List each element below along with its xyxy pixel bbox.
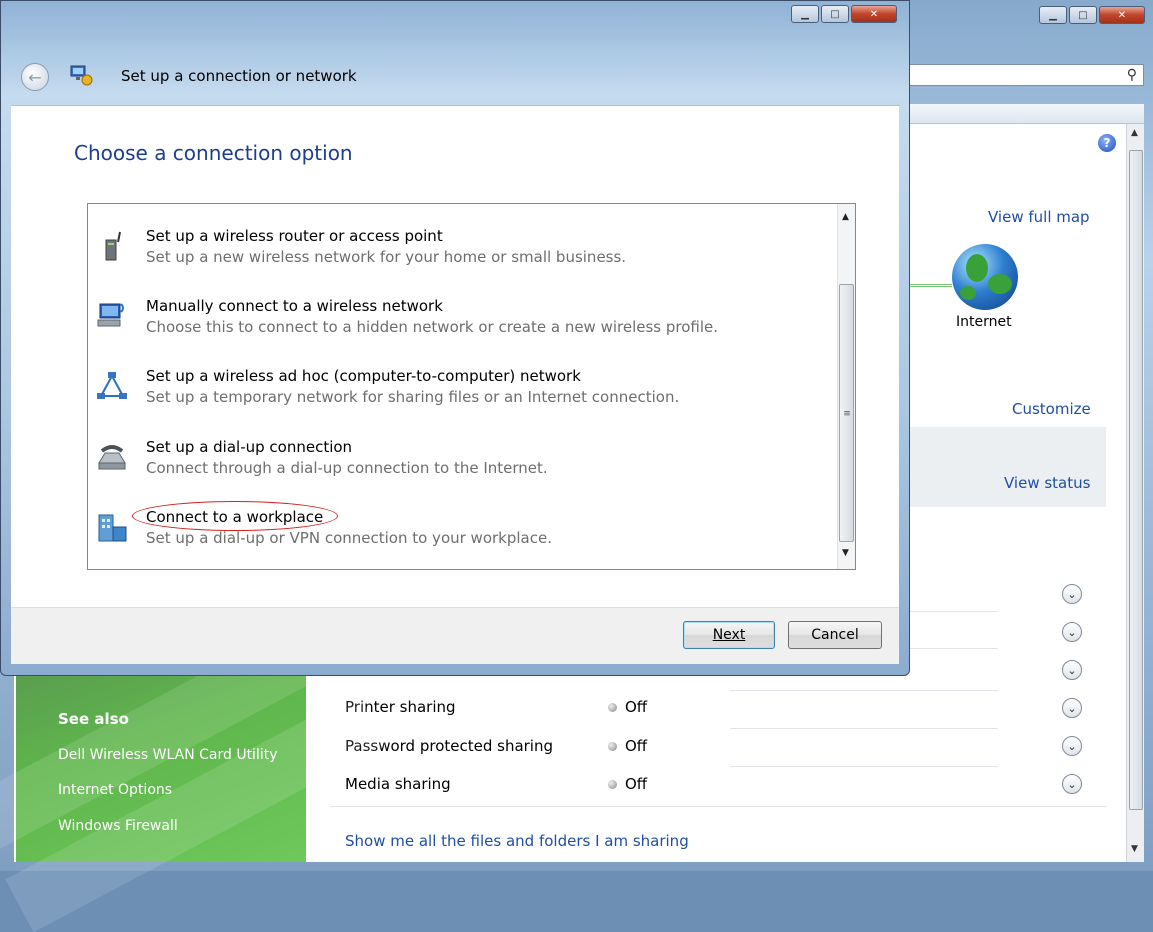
media-sharing-status: Off	[608, 775, 647, 793]
scroll-thumb[interactable]	[1129, 150, 1143, 810]
network-connection-line	[908, 284, 952, 287]
scroll-grip-icon: ≡	[843, 409, 851, 419]
cancel-button[interactable]: Cancel	[788, 621, 882, 649]
status-value: Off	[625, 737, 648, 755]
status-dot-icon	[608, 703, 617, 712]
see-also-panel: See also Dell Wireless WLAN Card Utility…	[0, 611, 387, 932]
close-button[interactable]: ✕	[851, 5, 897, 23]
close-button[interactable]: ✕	[1099, 6, 1145, 24]
page-heading: Choose a connection option	[74, 141, 353, 165]
dialog-window-controls: ▁ □ ✕	[791, 5, 897, 23]
option-description: Set up a temporary network for sharing f…	[146, 388, 680, 406]
scroll-down-arrow[interactable]: ▼	[842, 548, 849, 558]
expand-chevron-icon[interactable]: ⌄	[1062, 584, 1082, 604]
option-dialup[interactable]: Set up a dial-up connection Connect thro…	[88, 435, 828, 495]
status-dot-icon	[608, 742, 617, 751]
adhoc-network-icon	[97, 372, 127, 399]
expand-chevron-icon[interactable]: ⌄	[1062, 660, 1082, 680]
dialog-title: Set up a connection or network	[121, 67, 357, 85]
connection-options-list[interactable]: Set up a wireless router or access point…	[87, 203, 856, 570]
row-divider	[730, 728, 998, 729]
search-input[interactable]: ⚲	[906, 64, 1144, 86]
option-description: Choose this to connect to a hidden netwo…	[146, 318, 719, 336]
internet-globe-icon[interactable]	[952, 244, 1018, 310]
help-icon[interactable]: ?	[1098, 134, 1116, 152]
option-description: Connect through a dial-up connection to …	[146, 459, 548, 477]
expand-chevron-icon[interactable]: ⌄	[1062, 736, 1082, 756]
list-scrollbar[interactable]: ▲ ≡ ▼	[837, 204, 855, 569]
printer-sharing-status: Off	[608, 698, 647, 716]
window-controls: ▁ □ ✕	[1039, 6, 1145, 24]
row-divider	[330, 806, 1106, 807]
media-sharing-label: Media sharing	[345, 775, 451, 793]
option-description: Set up a dial-up or VPN connection to yo…	[146, 529, 552, 547]
dialup-phone-icon	[98, 445, 126, 470]
internet-label: Internet	[956, 314, 1012, 330]
row-divider	[730, 766, 998, 767]
see-also-item[interactable]: Dell Wireless WLAN Card Utility	[58, 747, 278, 763]
network-setup-icon	[70, 65, 93, 86]
scroll-down-arrow[interactable]: ▼	[1131, 844, 1138, 854]
view-status-link[interactable]: View status	[1004, 474, 1090, 492]
option-manual-wireless[interactable]: Manually connect to a wireless network C…	[88, 294, 828, 354]
password-sharing-status: Off	[608, 737, 647, 755]
workplace-icon	[98, 514, 127, 542]
option-title: Manually connect to a wireless network	[146, 297, 443, 315]
wireless-computer-icon	[97, 303, 124, 327]
see-also-item[interactable]: Windows Firewall	[58, 818, 178, 834]
next-label: Next	[712, 627, 746, 643]
back-arrow-icon[interactable]: ←	[21, 63, 49, 91]
status-value: Off	[625, 698, 648, 716]
customize-link[interactable]: Customize	[1012, 400, 1091, 418]
scroll-up-arrow[interactable]: ▲	[842, 212, 849, 222]
minimize-button[interactable]: ▁	[791, 5, 819, 23]
option-adhoc-network[interactable]: Set up a wireless ad hoc (computer-to-co…	[88, 364, 828, 424]
setup-connection-dialog: ▁ □ ✕ ← Set up a connection or network C…	[0, 0, 910, 676]
status-value: Off	[625, 775, 648, 793]
option-title: Set up a wireless ad hoc (computer-to-co…	[146, 367, 581, 385]
minimize-button[interactable]: ▁	[1039, 6, 1067, 24]
expand-chevron-icon[interactable]: ⌄	[1062, 774, 1082, 794]
scroll-up-arrow[interactable]: ▲	[1131, 128, 1138, 138]
see-also-item[interactable]: Internet Options	[58, 782, 172, 798]
help-label: ?	[1103, 136, 1111, 150]
expand-chevron-icon[interactable]: ⌄	[1062, 698, 1082, 718]
option-wireless-router[interactable]: Set up a wireless router or access point…	[88, 224, 828, 284]
status-dot-icon	[608, 780, 617, 789]
scroll-thumb[interactable]: ≡	[839, 284, 854, 542]
option-title: Set up a dial-up connection	[146, 438, 353, 456]
search-icon[interactable]: ⚲	[1127, 67, 1137, 83]
option-title: Connect to a workplace	[146, 508, 324, 526]
scrollbar[interactable]: ▲ ▼	[1126, 124, 1144, 862]
option-title: Set up a wireless router or access point	[146, 227, 443, 245]
see-also-title: See also	[58, 710, 129, 728]
show-shared-files-link[interactable]: Show me all the files and folders I am s…	[345, 832, 689, 850]
network-info-band	[908, 427, 1106, 507]
maximize-button[interactable]: □	[821, 5, 849, 23]
view-full-map-link[interactable]: View full map	[988, 208, 1090, 226]
row-divider	[730, 690, 998, 691]
next-button[interactable]: Next	[683, 621, 775, 649]
router-icon	[105, 231, 121, 261]
option-workplace[interactable]: Connect to a workplace Set up a dial-up …	[88, 501, 828, 565]
expand-chevron-icon[interactable]: ⌄	[1062, 622, 1082, 642]
option-description: Set up a new wireless network for your h…	[146, 248, 627, 266]
maximize-button[interactable]: □	[1069, 6, 1097, 24]
